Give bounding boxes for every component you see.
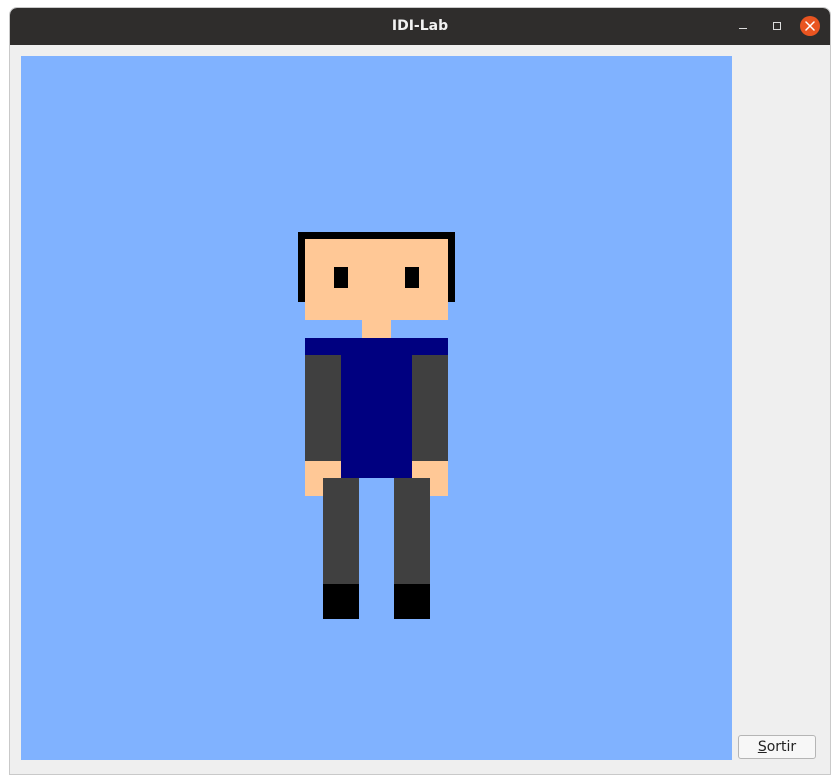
character-torso <box>341 355 412 478</box>
exit-button[interactable]: Sortir <box>738 735 816 759</box>
exit-button-mnemonic: S <box>757 739 767 755</box>
exit-button-label: ortir <box>766 739 797 755</box>
character-left-eye <box>334 267 348 288</box>
character-left-shoe <box>323 584 359 619</box>
character-right-leg <box>394 478 430 584</box>
character-right-eye <box>405 267 419 288</box>
character-left-leg <box>323 478 359 584</box>
minimize-icon[interactable] <box>733 16 753 36</box>
app-window: IDI-Lab Sortir <box>10 8 830 774</box>
character-left-sleeve <box>305 355 341 461</box>
character-shoulders <box>305 338 448 355</box>
character-neck <box>362 320 391 338</box>
title-bar[interactable]: IDI-Lab <box>10 8 830 45</box>
character-face <box>305 239 448 320</box>
character-right-sleeve <box>412 355 448 461</box>
character-right-shoe <box>394 584 430 619</box>
gl-viewport[interactable] <box>21 56 732 760</box>
window-title: IDI-Lab <box>391 18 449 34</box>
maximize-icon[interactable] <box>767 16 787 36</box>
close-icon[interactable] <box>800 16 820 36</box>
